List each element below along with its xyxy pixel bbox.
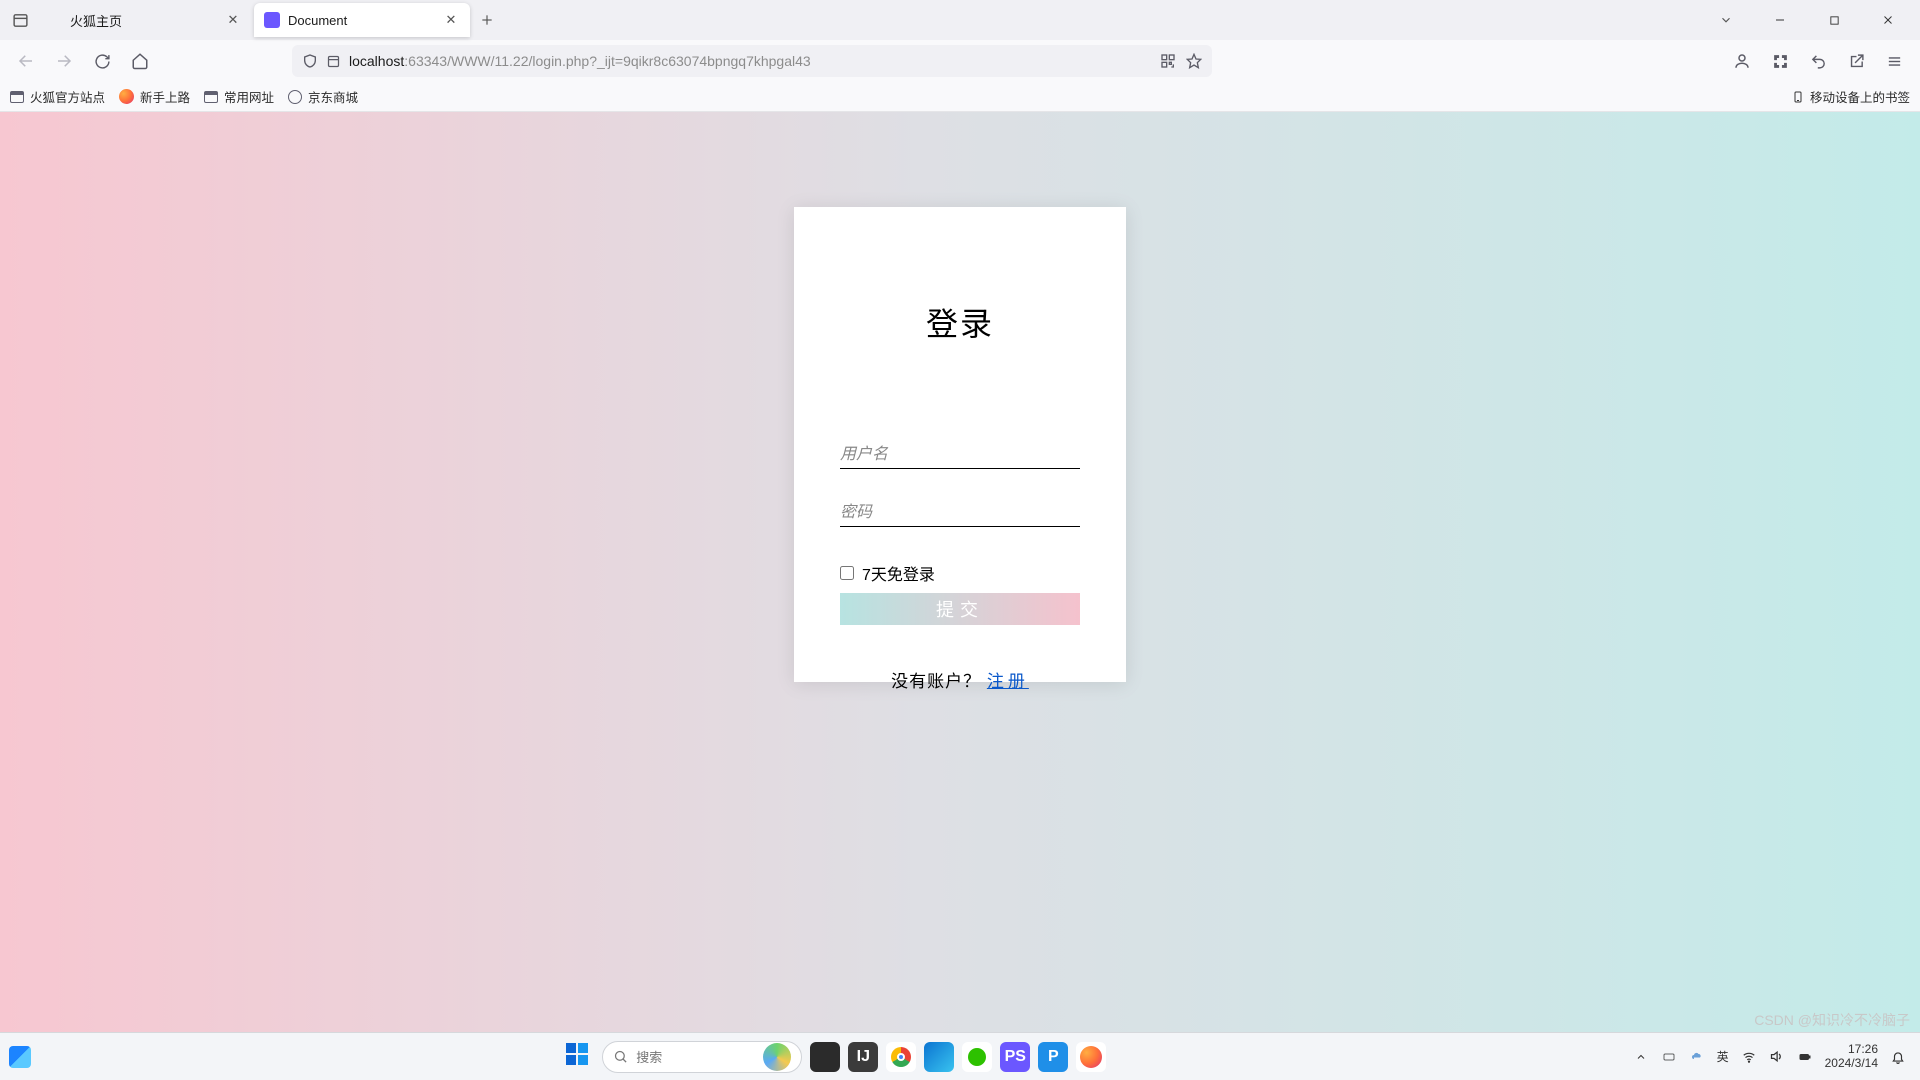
search-icon (613, 1049, 628, 1064)
tray-overflow-icon[interactable] (1633, 1049, 1649, 1065)
remember-label: 7天免登录 (862, 561, 935, 585)
url-text: localhost:63343/WWW/11.22/login.php?_ijt… (349, 53, 811, 69)
bookmark-label: 常用网址 (224, 87, 274, 106)
search-placeholder: 搜索 (636, 1047, 662, 1066)
start-button[interactable] (566, 1043, 594, 1071)
notifications-icon[interactable] (1890, 1049, 1906, 1065)
ime-indicator[interactable]: 英 (1717, 1048, 1729, 1065)
new-tab-button[interactable] (472, 5, 502, 35)
tab-title: Document (288, 13, 434, 28)
taskbar-center: 搜索 IJ PS P (40, 1041, 1633, 1073)
tab-favicon (46, 12, 62, 28)
bookmarks-mobile[interactable]: 移动设备上的书签 (1792, 87, 1910, 106)
reload-button[interactable] (86, 45, 118, 77)
taskbar-app-firefox[interactable] (1076, 1042, 1106, 1072)
bookmark-star-icon[interactable] (1186, 53, 1202, 69)
firefox-icon (119, 89, 134, 104)
bookmark-item[interactable]: 京东商城 (288, 87, 358, 106)
watermark: CSDN @知识冷不冷脑子 (1754, 1010, 1910, 1030)
tabs-dropdown-button[interactable] (1704, 5, 1748, 35)
taskbar-clock[interactable]: 17:26 2024/3/14 (1825, 1043, 1878, 1071)
shield-icon[interactable] (302, 53, 318, 69)
qr-icon[interactable] (1160, 53, 1176, 69)
address-bar[interactable]: localhost:63343/WWW/11.22/login.php?_ijt… (292, 45, 1212, 77)
phone-icon (1792, 89, 1804, 105)
bookmark-item[interactable]: 火狐官方站点 (10, 87, 105, 106)
clock-time: 17:26 (1825, 1043, 1878, 1057)
register-link[interactable]: 注册 (987, 672, 1029, 691)
recent-browsing-icon[interactable] (6, 6, 34, 34)
screenshot-button[interactable] (1764, 45, 1796, 77)
bookmark-label: 新手上路 (140, 87, 190, 106)
widgets-button[interactable] (0, 1046, 40, 1068)
remember-checkbox[interactable] (840, 566, 854, 580)
tab-document[interactable]: Document ✕ (254, 3, 470, 37)
undo-button[interactable] (1802, 45, 1834, 77)
taskbar-search[interactable]: 搜索 (602, 1041, 802, 1073)
bookmark-label: 京东商城 (308, 87, 358, 106)
volume-icon[interactable] (1769, 1049, 1785, 1065)
forward-button[interactable] (48, 45, 80, 77)
bookmarks-bar: 火狐官方站点 新手上路 常用网址 京东商城 移动设备上的书签 (0, 82, 1920, 112)
close-icon[interactable]: ✕ (442, 11, 460, 29)
extensions-button[interactable] (1840, 45, 1872, 77)
footer-text: 没有账户？ (891, 672, 981, 691)
window-minimize-button[interactable] (1758, 5, 1802, 35)
username-input[interactable] (840, 441, 1080, 469)
tab-firefox-home[interactable]: 火狐主页 ✕ (36, 3, 252, 37)
login-form: 7天免登录 提交 没有账户？ 注册 (794, 441, 1126, 692)
browser-chrome: 火狐主页 ✕ Document ✕ localh (0, 0, 1920, 112)
battery-icon[interactable] (1797, 1049, 1813, 1065)
tab-strip-right (1704, 5, 1920, 35)
submit-button[interactable]: 提交 (840, 593, 1080, 625)
wifi-icon[interactable] (1741, 1049, 1757, 1065)
bookmark-item[interactable]: 新手上路 (119, 87, 190, 106)
remember-row: 7天免登录 (840, 561, 1080, 585)
globe-icon (288, 90, 302, 104)
taskbar-app-p[interactable]: P (1038, 1042, 1068, 1072)
bookmark-item[interactable]: 常用网址 (204, 87, 274, 106)
close-icon[interactable]: ✕ (224, 11, 242, 29)
page-viewport: 登录 7天免登录 提交 没有账户？ 注册 (0, 112, 1920, 1032)
tab-strip: 火狐主页 ✕ Document ✕ (0, 0, 1920, 40)
folder-icon (10, 91, 24, 103)
account-button[interactable] (1726, 45, 1758, 77)
onedrive-icon[interactable] (1689, 1049, 1705, 1065)
taskbar: 搜索 IJ PS P 英 17:26 2024/3/14 (0, 1032, 1920, 1080)
bookmark-label: 火狐官方站点 (30, 87, 105, 106)
nav-bar: localhost:63343/WWW/11.22/login.php?_ijt… (0, 40, 1920, 82)
back-button[interactable] (10, 45, 42, 77)
search-highlight-icon (763, 1043, 791, 1071)
system-tray: 英 17:26 2024/3/14 (1633, 1043, 1920, 1071)
taskbar-app-edge[interactable] (924, 1042, 954, 1072)
taskbar-app-wechat[interactable] (962, 1042, 992, 1072)
register-footer: 没有账户？ 注册 (840, 667, 1080, 692)
bookmarks-mobile-label: 移动设备上的书签 (1810, 87, 1910, 106)
app-menu-button[interactable] (1878, 45, 1910, 77)
window-maximize-button[interactable] (1812, 5, 1856, 35)
home-button[interactable] (124, 45, 156, 77)
page-title: 登录 (794, 299, 1126, 345)
password-input[interactable] (840, 499, 1080, 527)
taskbar-app-chrome[interactable] (886, 1042, 916, 1072)
tab-favicon (264, 12, 280, 28)
tab-title: 火狐主页 (70, 11, 216, 30)
taskbar-app-intellij[interactable]: IJ (848, 1042, 878, 1072)
folder-icon (204, 91, 218, 103)
taskbar-app-terminal[interactable] (810, 1042, 840, 1072)
window-close-button[interactable] (1866, 5, 1910, 35)
nav-right (1726, 45, 1910, 77)
widgets-icon (9, 1046, 31, 1068)
keyboard-icon[interactable] (1661, 1049, 1677, 1065)
clock-date: 2024/3/14 (1825, 1057, 1878, 1071)
site-info-icon[interactable] (326, 54, 341, 69)
taskbar-app-phpstorm[interactable]: PS (1000, 1042, 1030, 1072)
address-bar-tools (1160, 53, 1202, 69)
login-box: 登录 7天免登录 提交 没有账户？ 注册 (794, 207, 1126, 682)
windows-logo-icon (566, 1043, 588, 1065)
